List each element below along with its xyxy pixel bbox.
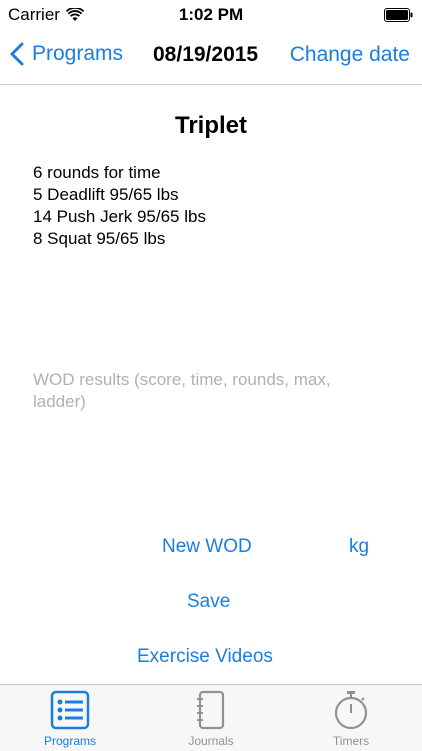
notebook-icon xyxy=(197,690,225,730)
wod-line: 14 Push Jerk 95/65 lbs xyxy=(33,207,206,226)
wod-line: 6 rounds for time xyxy=(33,163,161,182)
tab-timers-label: Timers xyxy=(332,734,370,748)
back-button-label: Programs xyxy=(32,42,124,65)
tab-bar: Programs Journals Timers xyxy=(0,684,422,751)
wod-title: Triplet xyxy=(174,112,247,139)
tab-journals-label: Journals xyxy=(188,734,234,748)
navigation-bar: Programs 08/19/2015 Change date xyxy=(0,30,422,85)
chevron-left-icon xyxy=(10,42,24,66)
status-time: 1:02 PM xyxy=(178,5,244,24)
wod-line: 5 Deadlift 95/65 lbs xyxy=(33,185,179,204)
new-wod-button[interactable]: New WOD xyxy=(162,536,252,558)
wod-line: 8 Squat 95/65 lbs xyxy=(33,229,166,248)
stopwatch-icon xyxy=(334,691,368,730)
tab-timers[interactable]: Timers xyxy=(281,685,421,751)
change-date-button[interactable]: Change date xyxy=(290,43,410,67)
status-bar: Carrier 1:02 PM xyxy=(0,0,422,30)
unit-toggle-button[interactable]: kg xyxy=(349,536,369,558)
wod-description: 6 rounds for time 5 Deadlift 95/65 lbs 1… xyxy=(33,162,206,250)
tab-programs[interactable]: Programs xyxy=(0,685,140,751)
exercise-videos-button[interactable]: Exercise Videos xyxy=(137,646,273,668)
page-title: 08/19/2015 xyxy=(153,43,259,66)
battery-icon xyxy=(384,8,413,22)
list-icon xyxy=(50,690,90,730)
save-button[interactable]: Save xyxy=(187,591,230,613)
wod-results-input[interactable]: WOD results (score, time, rounds, max, l… xyxy=(33,369,383,413)
tab-programs-label: Programs xyxy=(43,734,96,748)
back-button[interactable]: Programs xyxy=(10,42,123,66)
tab-journals[interactable]: Journals xyxy=(141,685,281,751)
